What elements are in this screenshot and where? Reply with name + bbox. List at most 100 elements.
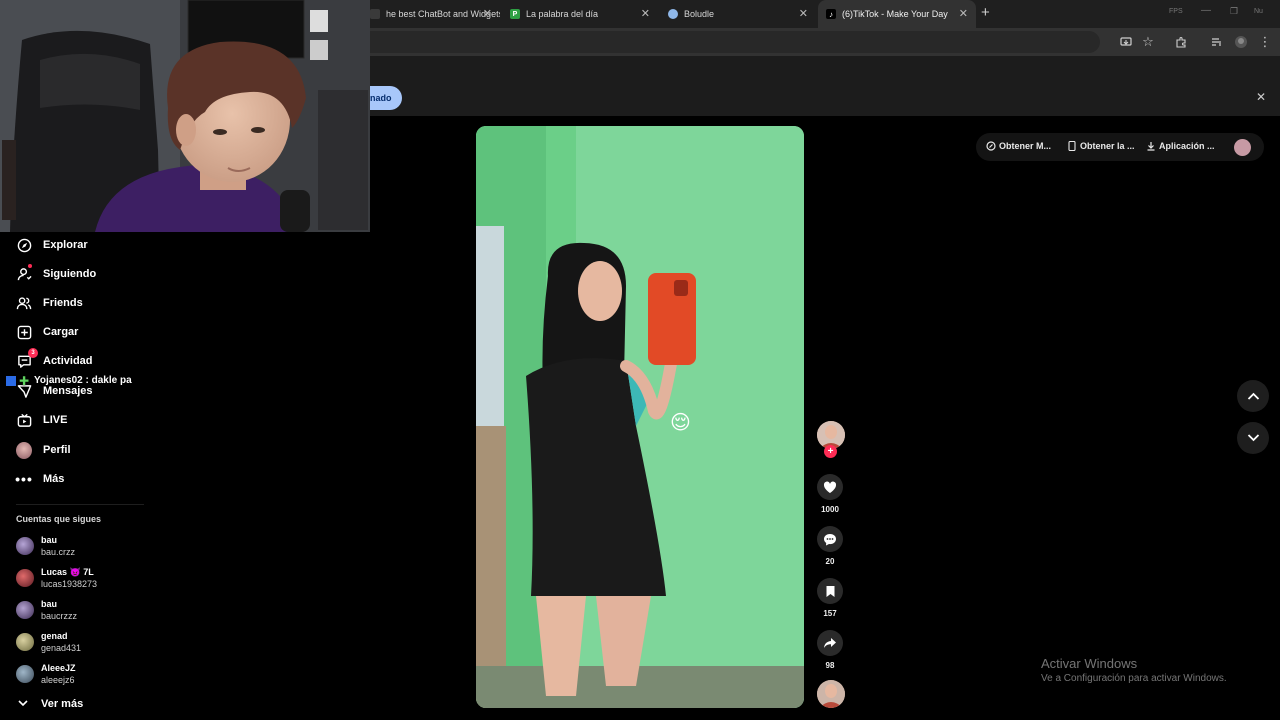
sidebar-item-explorar[interactable]: Explorar <box>16 234 88 256</box>
p-favicon-icon: P <box>510 9 520 19</box>
close-icon[interactable]: ✕ <box>641 7 650 21</box>
account-handle: lucas1938273 <box>41 579 98 589</box>
browser-tab-tiktok[interactable]: ♪ (6)TikTok - Make Your Day ✕ <box>818 0 976 28</box>
sidebar-item-label: Más <box>43 473 65 485</box>
restore-icon[interactable]: ❐ <box>1230 6 1238 17</box>
sidebar-item-label: Siguiendo <box>43 268 97 280</box>
tiktok-favicon-icon: ♪ <box>826 9 836 19</box>
following-account[interactable]: AleeeJZ aleeejz6 <box>16 661 76 687</box>
watermark-title: Activar Windows <box>1041 656 1138 671</box>
browser-tab-chatbot[interactable]: he best ChatBot and Widgets ✕ <box>362 0 500 28</box>
share-count: 98 <box>825 661 835 670</box>
get-coins-label: Obtener M... <box>999 141 1052 151</box>
account-handle: baucrzzz <box>41 611 78 621</box>
avatar <box>16 665 34 683</box>
bookmark-star-icon[interactable]: ☆ <box>1141 34 1155 49</box>
get-app-button[interactable]: Obtener la ... <box>1067 141 1135 151</box>
sidebar-item-siguiendo[interactable]: Siguiendo <box>16 263 96 285</box>
comment-icon[interactable] <box>817 526 843 552</box>
webcam-overlay <box>0 0 370 232</box>
activity-badge: 3 <box>28 348 38 358</box>
more-dots-icon: ••• <box>15 471 33 487</box>
user-follow-icon <box>16 264 32 282</box>
sidebar-item-friends[interactable]: Friends <box>16 292 83 314</box>
sidebar-item-mas[interactable]: ••• Más <box>15 468 65 490</box>
sidebar-divider <box>16 504 144 505</box>
close-icon[interactable]: ✕ <box>799 7 808 21</box>
banner-close-icon[interactable]: ✕ <box>1256 90 1266 104</box>
share-action[interactable]: 98 <box>817 630 843 670</box>
see-more-button[interactable]: Ver más <box>18 698 83 710</box>
next-video-button[interactable] <box>1237 422 1269 454</box>
stream-favicon-icon <box>370 9 380 19</box>
tab-title: La palabra del día <box>526 9 599 19</box>
following-section-title: Cuentas que sigues <box>16 514 102 524</box>
close-icon[interactable]: ✕ <box>483 7 492 21</box>
user-avatar[interactable] <box>1234 139 1251 156</box>
account-name: bau <box>41 535 58 545</box>
like-count: 1000 <box>821 505 839 514</box>
following-account[interactable]: bau bau.crzz <box>16 533 75 559</box>
globe-favicon-icon <box>668 9 678 19</box>
close-icon[interactable]: ✕ <box>959 7 968 21</box>
like-action[interactable]: 1000 <box>817 474 843 514</box>
fps-label: FPS <box>1169 8 1183 15</box>
compass-icon <box>16 237 32 253</box>
get-coins-button[interactable]: Obtener M... <box>986 141 1051 151</box>
video-player[interactable]: 😌 <box>476 126 804 708</box>
avatar <box>16 569 34 587</box>
following-account[interactable]: bau baucrzzz <box>16 597 77 623</box>
download-app-button[interactable]: Aplicación ... <box>1146 141 1215 151</box>
save-count: 157 <box>823 609 837 618</box>
following-account[interactable]: Lucas 👿 7L lucas1938273 <box>16 565 97 591</box>
heart-icon[interactable] <box>817 474 843 500</box>
phone-icon <box>1067 141 1077 151</box>
bookmark-icon[interactable] <box>817 578 843 604</box>
sound-disc[interactable] <box>817 680 845 708</box>
comment-count: 20 <box>825 557 835 566</box>
follow-creator-button[interactable]: + <box>824 445 837 458</box>
browser-tab-boludle[interactable]: Boludle ✕ <box>660 0 816 28</box>
following-account[interactable]: genad genad431 <box>16 629 81 655</box>
account-name: bau <box>41 599 58 609</box>
menu-kebab-icon[interactable]: ⋮ <box>1258 34 1272 49</box>
sidebar-item-perfil[interactable]: Perfil <box>16 439 71 461</box>
account-name: AleeeJZ <box>41 663 76 673</box>
sidebar-item-label: Friends <box>43 297 83 309</box>
sidebar-item-label: Explorar <box>43 239 88 251</box>
tab-title: (6)TikTok - Make Your Day <box>842 9 948 19</box>
activity-icon: 3 <box>16 348 38 369</box>
new-tab-button[interactable]: + <box>981 5 990 21</box>
media-control-icon[interactable] <box>1210 35 1224 49</box>
window-label: Nu <box>1254 8 1263 15</box>
sidebar-item-label: LIVE <box>43 414 68 426</box>
minimize-icon[interactable]: — <box>1201 5 1211 16</box>
save-action[interactable]: 157 <box>817 578 843 618</box>
address-bar[interactable] <box>360 31 1100 53</box>
profile-icon[interactable] <box>1234 35 1248 49</box>
browser-tab-palabra[interactable]: P La palabra del día ✕ <box>502 0 658 28</box>
chat-badge-icon <box>6 375 16 386</box>
share-icon[interactable] <box>817 630 843 656</box>
install-app-icon[interactable] <box>1119 35 1133 49</box>
sidebar-item-live[interactable]: LIVE <box>16 409 67 431</box>
sidebar-item-cargar[interactable]: Cargar <box>16 321 78 343</box>
sidebar-item-label: Cargar <box>43 326 79 338</box>
comment-action[interactable]: 20 <box>817 526 843 566</box>
sidebar-item-label: Actividad <box>43 355 93 367</box>
sidebar-item-actividad[interactable]: 3 Actividad <box>16 348 93 372</box>
extensions-icon[interactable] <box>1174 35 1188 49</box>
chevron-up-icon <box>1247 387 1260 405</box>
windows-activation-watermark: Activar Windows Ve a Configuración para … <box>1041 656 1227 684</box>
account-handle: aleeejz6 <box>41 675 75 685</box>
avatar <box>16 601 34 619</box>
profile-avatar-icon <box>16 441 32 459</box>
emoji-sticker: 😌 <box>670 412 691 434</box>
avatar <box>16 633 34 651</box>
see-more-label: Ver más <box>41 698 84 710</box>
watermark-subtitle: Ve a Configuración para activar Windows. <box>1041 673 1227 684</box>
upload-plus-icon <box>16 324 32 340</box>
account-handle: bau.crzz <box>41 547 76 557</box>
tab-title: Boludle <box>684 9 715 19</box>
previous-video-button[interactable] <box>1237 380 1269 412</box>
